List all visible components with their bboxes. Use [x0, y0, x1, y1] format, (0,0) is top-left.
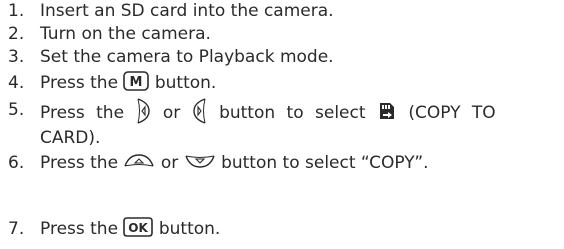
instruction-page: 1. Insert an SD card into the camera. 2.… [0, 0, 564, 249]
step-text: Press the or button to select “COPY”. [40, 152, 429, 175]
menu-button-icon: M [123, 71, 150, 91]
copy-to-card-icon [377, 101, 397, 121]
step-number: 1. [8, 1, 25, 21]
step-text-part: (COPY TO [408, 103, 496, 123]
ok-button-label: OK [129, 221, 149, 235]
step-text-part: Press the [40, 219, 119, 239]
up-arrow-button-icon [123, 153, 155, 169]
right-arrow-button-icon [192, 97, 208, 125]
step-text-part: button. [158, 219, 221, 239]
step-text: Turn on the camera. [40, 24, 211, 44]
step-text-part: CARD). [40, 128, 101, 148]
step-text-part: or [160, 153, 179, 173]
ok-button-icon: OK [123, 217, 154, 237]
step-number: 3. [8, 47, 25, 67]
step-text-part: or [162, 103, 181, 123]
step-number: 6. [8, 153, 25, 173]
step-text: Insert an SD card into the camera. [40, 1, 334, 21]
step-text: Press the or button to select (COPY TO C… [40, 97, 560, 150]
step-text-part: Press the [40, 103, 125, 123]
step-text: Press the OK button. [40, 217, 221, 241]
down-arrow-button-icon [184, 153, 216, 169]
step-number: 5. [8, 100, 25, 120]
step-text: Set the camera to Playback mode. [40, 47, 334, 67]
left-arrow-button-icon [135, 97, 151, 125]
step-text-part: Press the [40, 153, 119, 173]
step-number: 7. [8, 219, 25, 239]
menu-button-label: M [130, 75, 143, 90]
step-text: Press the M button. [40, 71, 217, 95]
step-text-part: button. [154, 73, 217, 93]
step-text-part: Press the [40, 73, 119, 93]
step-number: 4. [8, 73, 25, 93]
step-number: 2. [8, 24, 25, 44]
step-text-part: button to select [219, 103, 366, 123]
step-text-part: button to select “COPY”. [221, 153, 429, 173]
